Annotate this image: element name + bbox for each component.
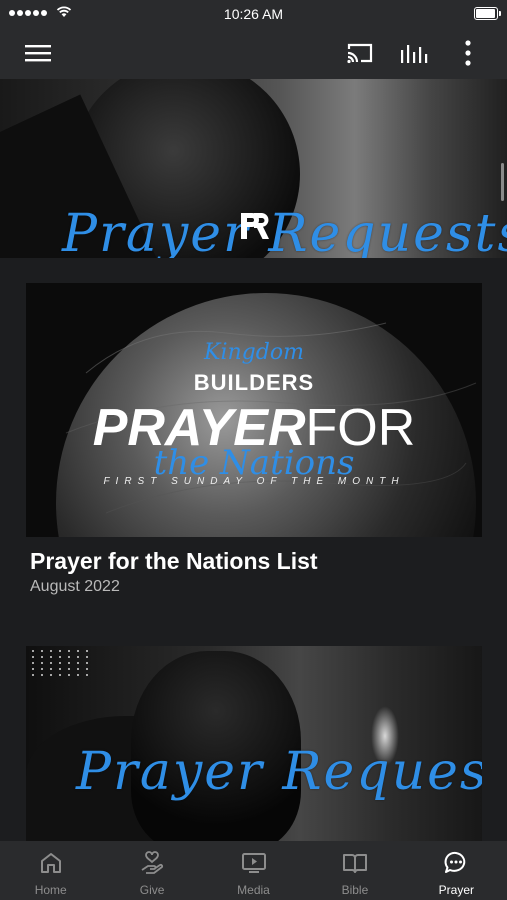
tab-label: Home: [34, 883, 67, 897]
tab-home[interactable]: Home: [0, 841, 101, 900]
tab-label: Give: [139, 883, 165, 897]
menu-button[interactable]: [22, 38, 54, 68]
scrollbar[interactable]: [501, 163, 504, 201]
equalizer-icon: [401, 45, 428, 63]
kingdom-text: Kingdom: [204, 340, 304, 365]
pr-logo: [241, 213, 269, 239]
schedule-text: FIRST SUNDAY OF THE MONTH: [103, 476, 405, 487]
card-title[interactable]: Prayer for the Nations List: [30, 548, 318, 575]
more-options-button[interactable]: [452, 38, 484, 68]
status-time: 10:26 AM: [223, 6, 284, 22]
bible-book-icon: [342, 854, 367, 873]
card-date: August 2022: [30, 578, 120, 595]
tab-label: Prayer: [438, 883, 474, 897]
tab-media[interactable]: Media: [203, 841, 304, 900]
menu-icon: [25, 45, 51, 62]
tab-label: Media: [237, 883, 270, 897]
give-hand-heart-icon: [141, 851, 164, 874]
battery-icon: [474, 7, 501, 20]
cast-button[interactable]: [344, 38, 376, 68]
tab-prayer[interactable]: Prayer: [406, 841, 507, 900]
audio-levels-button[interactable]: [398, 38, 430, 68]
banner-title: Prayer Requests: [62, 204, 507, 258]
status-bar: 10:26 AM: [0, 0, 507, 28]
bottom-navigation: Home Give Media Bible Prayer: [0, 841, 507, 900]
tab-label: Bible: [341, 883, 369, 897]
prayer-for-nations-image[interactable]: Kingdom BUILDERS PRAYERFOR the Nations F…: [26, 283, 482, 537]
prayer-chat-icon: [444, 851, 466, 873]
tab-bible[interactable]: Bible: [304, 841, 405, 900]
app-bar: [0, 28, 507, 79]
dot-pattern: [32, 650, 91, 676]
media-play-icon: [241, 853, 266, 873]
cast-icon: [347, 43, 373, 64]
card-image-title: Prayer Requests: [76, 742, 482, 802]
builders-text: BUILDERS: [193, 370, 315, 395]
tab-give[interactable]: Give: [101, 841, 202, 900]
more-vertical-icon: [465, 40, 471, 66]
home-icon: [40, 853, 61, 873]
prayer-requests-image[interactable]: Prayer Requests: [26, 646, 482, 841]
